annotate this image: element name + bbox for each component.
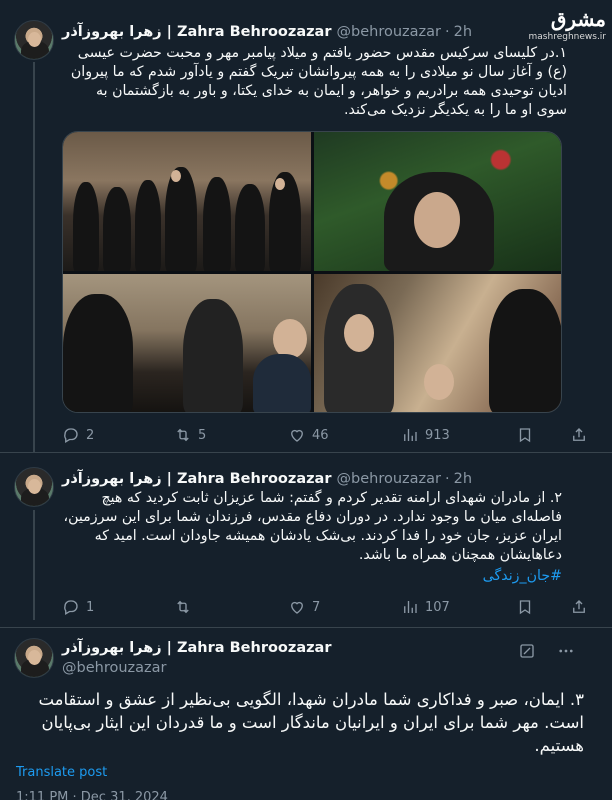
tweet-1[interactable]: زهرا بهروزآذر | Zahra Behroozazar @behro… [0, 0, 612, 460]
hashtag-link[interactable]: #جان_زندگی [483, 568, 562, 584]
views-icon [404, 601, 417, 613]
reply-count: 2 [86, 427, 95, 443]
share-button[interactable] [570, 598, 594, 616]
retweet-count: 5 [198, 427, 207, 443]
photo-greeting-mothers[interactable] [63, 274, 311, 412]
share-icon [573, 428, 585, 441]
photo-christmas-tree[interactable] [314, 132, 561, 271]
bookmark-icon [519, 600, 531, 615]
more-options-icon[interactable] [557, 642, 575, 660]
share-icon [573, 600, 585, 613]
like-button[interactable]: 7 [288, 598, 320, 616]
watermark-logo: مشرق [550, 7, 606, 31]
reply-button[interactable]: 1 [62, 598, 94, 616]
grok-icon[interactable] [518, 642, 536, 660]
watermark-url: mashreghnews.ir [528, 32, 606, 42]
retweet-button[interactable] [174, 598, 198, 616]
retweet-icon [177, 600, 189, 614]
bookmark-icon [519, 428, 531, 443]
reply-icon [64, 600, 78, 615]
reply-icon [64, 428, 78, 443]
user-handle[interactable]: @behrouzazar [62, 660, 166, 676]
separator-dot: · [444, 24, 450, 40]
views-count: 913 [425, 427, 450, 443]
tweet-header: زهرا بهروزآذر | Zahra Behroozazar [62, 638, 332, 658]
display-name[interactable]: زهرا بهروزآذر | Zahra Behroozazar [62, 471, 332, 487]
retweet-icon [177, 428, 189, 442]
share-button[interactable] [570, 426, 594, 444]
divider [0, 627, 612, 628]
like-button[interactable]: 46 [288, 426, 329, 444]
post-timestamp[interactable]: 1:11 PM · Dec 31, 2024 [16, 790, 168, 800]
display-name[interactable]: زهرا بهروزآذر | Zahra Behroozazar [62, 640, 332, 656]
translate-post-link[interactable]: Translate post [16, 765, 107, 780]
tweet-text: ٣. ایمان، صبر و فداکاری شما مادران شهدا،… [38, 690, 584, 755]
avatar[interactable] [14, 467, 54, 507]
heart-icon [291, 429, 303, 442]
like-count: 7 [312, 599, 321, 615]
photo-church-group[interactable] [63, 132, 311, 271]
divider [0, 452, 612, 453]
avatar[interactable] [14, 638, 54, 678]
tweet-media-grid[interactable] [62, 131, 562, 413]
separator-dot: · [444, 471, 450, 487]
mashregh-watermark: مشرق mashreghnews.ir [526, 8, 606, 42]
tweet-header: زهرا بهروزآذر | Zahra Behroozazar @behro… [62, 469, 472, 489]
user-handle[interactable]: @behrouzazar [337, 471, 441, 487]
post-time[interactable]: 2h [454, 24, 472, 40]
tweet-text: ٢. از مادران شهدای ارامنه تقدیر کردم و گ… [63, 490, 563, 563]
views-icon [404, 429, 417, 441]
avatar[interactable] [14, 20, 54, 60]
bookmark-button[interactable] [516, 426, 540, 444]
views-count: 107 [425, 599, 450, 615]
heart-icon [291, 601, 303, 614]
views-button[interactable]: 913 [401, 426, 450, 444]
tweet-header: زهرا بهروزآذر | Zahra Behroozazar @behro… [62, 22, 472, 42]
like-count: 46 [312, 427, 329, 443]
tweet-actions: 2 5 46 913 [62, 425, 590, 445]
views-button[interactable]: 107 [401, 598, 450, 616]
post-time[interactable]: 2h [454, 471, 472, 487]
tweet-actions: 1 7 107 [62, 597, 590, 617]
tweet-hashtag[interactable]: #جان_زندگی [62, 567, 562, 586]
handle-row: @behrouzazar [62, 658, 166, 678]
photo-speaking-mothers[interactable] [314, 274, 561, 412]
retweet-button[interactable]: 5 [174, 426, 206, 444]
user-handle[interactable]: @behrouzazar [337, 24, 441, 40]
tweet-text: ١.در کلیسای سرکیس مقدس حضور یافتم و میلا… [70, 45, 567, 118]
display-name[interactable]: زهرا بهروزآذر | Zahra Behroozazar [62, 24, 332, 40]
reply-count: 1 [86, 599, 95, 615]
bookmark-button[interactable] [516, 598, 540, 616]
reply-button[interactable]: 2 [62, 426, 94, 444]
tweet-2[interactable]: زهرا بهروزآذر | Zahra Behroozazar @behro… [0, 455, 612, 625]
